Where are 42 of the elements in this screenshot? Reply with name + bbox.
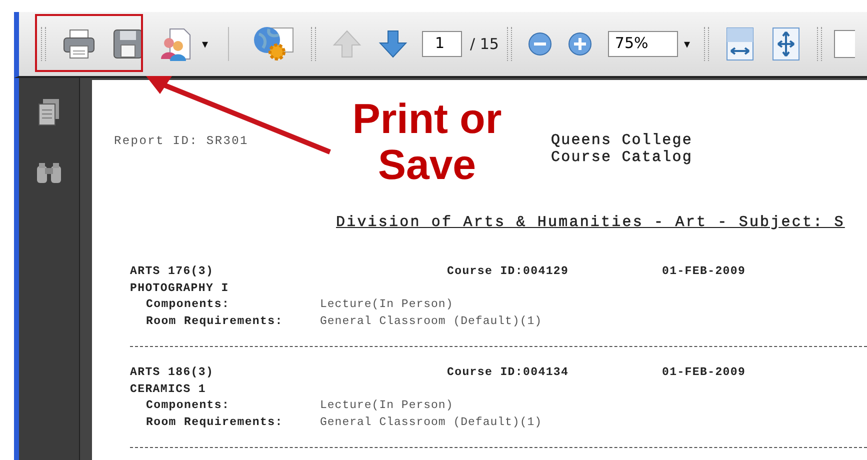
report-id: Report ID: SR301 [114, 133, 250, 148]
down-arrow-icon [378, 29, 408, 59]
room-requirements-label: Room Requirements: [146, 314, 284, 330]
course-id: Course ID:004134 [447, 365, 570, 381]
components-value: Lecture(In Person) [320, 398, 454, 414]
share-menu-caret[interactable]: ▾ [202, 37, 208, 51]
course-title: PHOTOGRAPHY I [130, 280, 230, 296]
up-arrow-icon [332, 29, 362, 59]
section-heading: Division of Arts & Humanities - Art - Subject: S [336, 214, 846, 231]
course-date: 01-FEB-2009 [662, 264, 747, 280]
components-label: Components: [146, 297, 231, 313]
pages-button[interactable] [37, 98, 61, 126]
zoom-out-icon [528, 32, 552, 56]
zoom-out-button[interactable] [526, 30, 554, 58]
callout-text: Print or [352, 96, 502, 142]
find-button[interactable] [35, 162, 63, 184]
zoom-dropdown-caret[interactable]: ▾ [684, 37, 690, 51]
room-requirements-value: General Classroom (Default)(1) [320, 314, 544, 330]
report-title-line: Course Catalog [551, 149, 692, 166]
room-requirements-label: Room Requirements: [146, 414, 284, 430]
zoom-in-icon [568, 32, 592, 56]
course-code: ARTS 176(3) [130, 264, 215, 280]
fit-width-icon [724, 27, 755, 61]
room-requirements-value: General Classroom (Default)(1) [320, 414, 544, 430]
report-title-line: Queens College [551, 132, 692, 149]
toolbar-field[interactable] [834, 30, 855, 58]
document-people-icon [160, 27, 192, 61]
course-id: Course ID:004129 [447, 264, 570, 280]
course-code: ARTS 186(3) [130, 365, 215, 381]
page-total: / 15 [470, 35, 499, 53]
printer-icon [62, 28, 96, 60]
zoom-in-button[interactable] [566, 30, 594, 58]
fit-page-icon [770, 27, 801, 61]
zoom-field[interactable]: 75% [608, 31, 678, 57]
components-value: Lecture(In Person) [320, 297, 454, 313]
callout-text: Save [378, 142, 476, 188]
course-title: CERAMICS 1 [130, 382, 208, 398]
binoculars-icon [35, 162, 63, 184]
pages-icon [37, 98, 61, 126]
components-label: Components: [146, 398, 231, 414]
course-date: 01-FEB-2009 [662, 365, 747, 381]
page-number-field[interactable]: 1 [422, 31, 462, 57]
